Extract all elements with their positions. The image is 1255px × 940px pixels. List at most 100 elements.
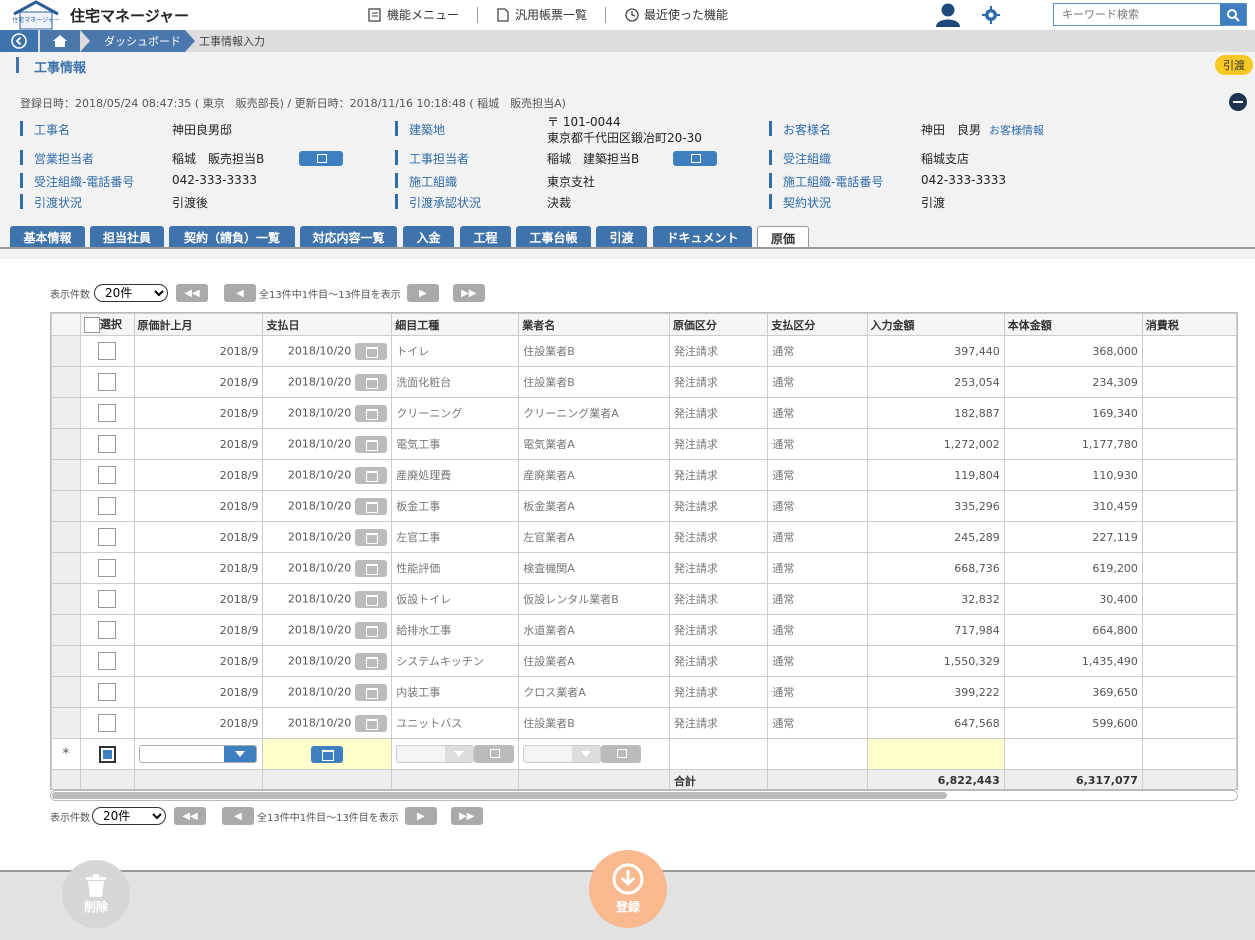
reports-link[interactable]: 汎用帳票一覧	[496, 6, 587, 23]
input-amount-cell[interactable]: 399,222	[866, 676, 1005, 708]
paydate-cell[interactable]: 2018/10/20	[262, 614, 393, 646]
table-row[interactable]: 2018/9 2018/10/20 トイレ 住設業者B 発注請求 通常 397,440 368…	[51, 335, 1237, 367]
input-amount-cell[interactable]: 253,054	[866, 366, 1005, 398]
tax-cell[interactable]	[1141, 738, 1237, 770]
table-row[interactable]: 2018/9 2018/10/20 左官工事 左官業者A 発注請求 通常 245,289 22…	[51, 521, 1237, 553]
tax-cell[interactable]	[1141, 552, 1237, 584]
paytype-cell[interactable]: 通常	[767, 583, 868, 615]
scroll-thumb[interactable]	[52, 792, 947, 799]
header-vendor[interactable]: 業者名	[518, 313, 670, 336]
tab-handover[interactable]: 引渡	[596, 226, 647, 248]
prev-page-button[interactable]: ◀	[222, 807, 254, 825]
paydate-cell[interactable]	[262, 738, 393, 770]
body-amount-cell[interactable]	[1003, 738, 1143, 770]
work-cell[interactable]: トイレ	[391, 335, 520, 367]
calendar-icon[interactable]	[355, 435, 388, 453]
input-amount-cell[interactable]: 182,887	[866, 397, 1005, 429]
costtype-cell[interactable]: 発注請求	[668, 676, 769, 708]
month-cell[interactable]: 2018/9	[133, 459, 264, 491]
tax-cell[interactable]	[1141, 397, 1237, 429]
input-amount-cell[interactable]: 397,440	[866, 335, 1005, 367]
input-amount-cell[interactable]: 717,984	[866, 614, 1005, 646]
work-cell[interactable]: システムキッチン	[391, 645, 520, 677]
work-cell[interactable]: 電気工事	[391, 428, 520, 460]
month-cell[interactable]: 2018/9	[133, 583, 264, 615]
table-row[interactable]: 2018/9 2018/10/20 洗面化粧台 住設業者B 発注請求 通常 253,054 2…	[51, 366, 1237, 398]
paytype-cell[interactable]: 通常	[767, 707, 868, 739]
body-amount-cell[interactable]: 619,200	[1003, 552, 1143, 584]
costtype-cell[interactable]: 発注請求	[668, 645, 769, 677]
vendor-dropdown[interactable]	[523, 745, 602, 763]
calendar-icon[interactable]	[355, 342, 388, 360]
horizontal-scrollbar[interactable]	[50, 790, 1238, 801]
tax-cell[interactable]	[1141, 366, 1237, 398]
paydate-cell[interactable]: 2018/10/20	[262, 521, 393, 553]
paytype-cell[interactable]: 通常	[767, 428, 868, 460]
func-menu-link[interactable]: 機能メニュー	[368, 6, 459, 23]
tax-cell[interactable]	[1141, 614, 1237, 646]
calendar-icon[interactable]	[355, 652, 388, 670]
next-page-button[interactable]: ▶	[406, 284, 439, 302]
table-row[interactable]: 2018/9 2018/10/20 クリーニング クリーニング業者A 発注請求 通常 182…	[51, 397, 1237, 429]
paytype-cell[interactable]: 通常	[767, 397, 868, 429]
work-cell[interactable]: 左官工事	[391, 521, 520, 553]
app-logo[interactable]: 住宅マネージャー	[10, 0, 62, 30]
table-row[interactable]: 2018/9 2018/10/20 板金工事 板金業者A 発注請求 通常 335,296 31…	[51, 490, 1237, 522]
body-amount-cell[interactable]: 169,340	[1003, 397, 1143, 429]
paydate-cell[interactable]: 2018/10/20	[262, 583, 393, 615]
user-icon[interactable]	[934, 2, 962, 28]
paytype-cell[interactable]	[767, 738, 868, 770]
tax-cell[interactable]	[1141, 676, 1237, 708]
calendar-icon[interactable]	[355, 590, 388, 608]
row-checkbox[interactable]	[98, 714, 117, 732]
search-input[interactable]	[1054, 4, 1220, 25]
first-page-button[interactable]: ◀◀	[176, 284, 208, 302]
input-amount-cell[interactable]	[866, 738, 1005, 770]
work-cell[interactable]: ユニットバス	[391, 707, 520, 739]
paydate-cell[interactable]: 2018/10/20	[262, 366, 393, 398]
paytype-cell[interactable]: 通常	[767, 366, 868, 398]
prev-page-button[interactable]: ◀	[224, 284, 256, 302]
header-tax[interactable]: 消費税	[1141, 313, 1237, 336]
input-amount-cell[interactable]: 119,804	[866, 459, 1005, 491]
tax-cell[interactable]	[1141, 707, 1237, 739]
header-month[interactable]: 原価計上月	[133, 313, 264, 336]
tab-staff[interactable]: 担当社員	[90, 226, 164, 248]
search-button[interactable]	[1220, 4, 1246, 25]
costtype-cell[interactable]	[668, 738, 769, 770]
month-cell[interactable]: 2018/9	[133, 676, 264, 708]
tab-process[interactable]: 工程	[460, 226, 511, 248]
tab-basic[interactable]: 基本情報	[10, 226, 85, 248]
recent-link[interactable]: 最近使った機能	[624, 6, 728, 23]
tab-contracts[interactable]: 契約（請負）一覧	[169, 226, 295, 248]
vendor-cell[interactable]: 水道業者A	[518, 614, 670, 646]
row-checkbox[interactable]	[98, 466, 117, 484]
register-button[interactable]: 登録	[589, 850, 667, 928]
customer-info-link[interactable]: お客様情報	[989, 124, 1044, 137]
body-amount-cell[interactable]: 227,119	[1003, 521, 1143, 553]
last-page-button[interactable]: ▶▶	[450, 807, 483, 825]
next-page-button[interactable]: ▶	[404, 807, 437, 825]
tab-payment[interactable]: 入金	[403, 226, 454, 248]
last-page-button[interactable]: ▶▶	[452, 284, 485, 302]
body-amount-cell[interactable]: 110,930	[1003, 459, 1143, 491]
sales-copy-button[interactable]	[299, 151, 343, 166]
calendar-icon[interactable]	[355, 528, 388, 546]
paytype-cell[interactable]: 通常	[767, 645, 868, 677]
delete-button[interactable]: 削除	[62, 860, 130, 928]
row-checkbox[interactable]	[98, 373, 117, 391]
work-cell[interactable]: クリーニング	[391, 397, 520, 429]
work-cell[interactable]: 洗面化粧台	[391, 366, 520, 398]
header-input[interactable]: 入力金額	[866, 313, 1005, 336]
row-checkbox[interactable]	[98, 497, 117, 515]
paytype-cell[interactable]: 通常	[767, 459, 868, 491]
vendor-cell[interactable]: 住設業者A	[518, 645, 670, 677]
table-row[interactable]: 2018/9 2018/10/20 産廃処理費 産廃業者A 発注請求 通常 119,804 1…	[51, 459, 1237, 491]
tab-cost[interactable]: 原価	[757, 226, 809, 249]
paydate-cell[interactable]: 2018/10/20	[262, 552, 393, 584]
row-checkbox[interactable]	[98, 652, 117, 670]
input-amount-cell[interactable]: 32,832	[866, 583, 1005, 615]
work-dropdown[interactable]	[396, 745, 475, 763]
vendor-cell[interactable]: 住設業者B	[518, 707, 670, 739]
month-cell[interactable]: 2018/9	[133, 428, 264, 460]
